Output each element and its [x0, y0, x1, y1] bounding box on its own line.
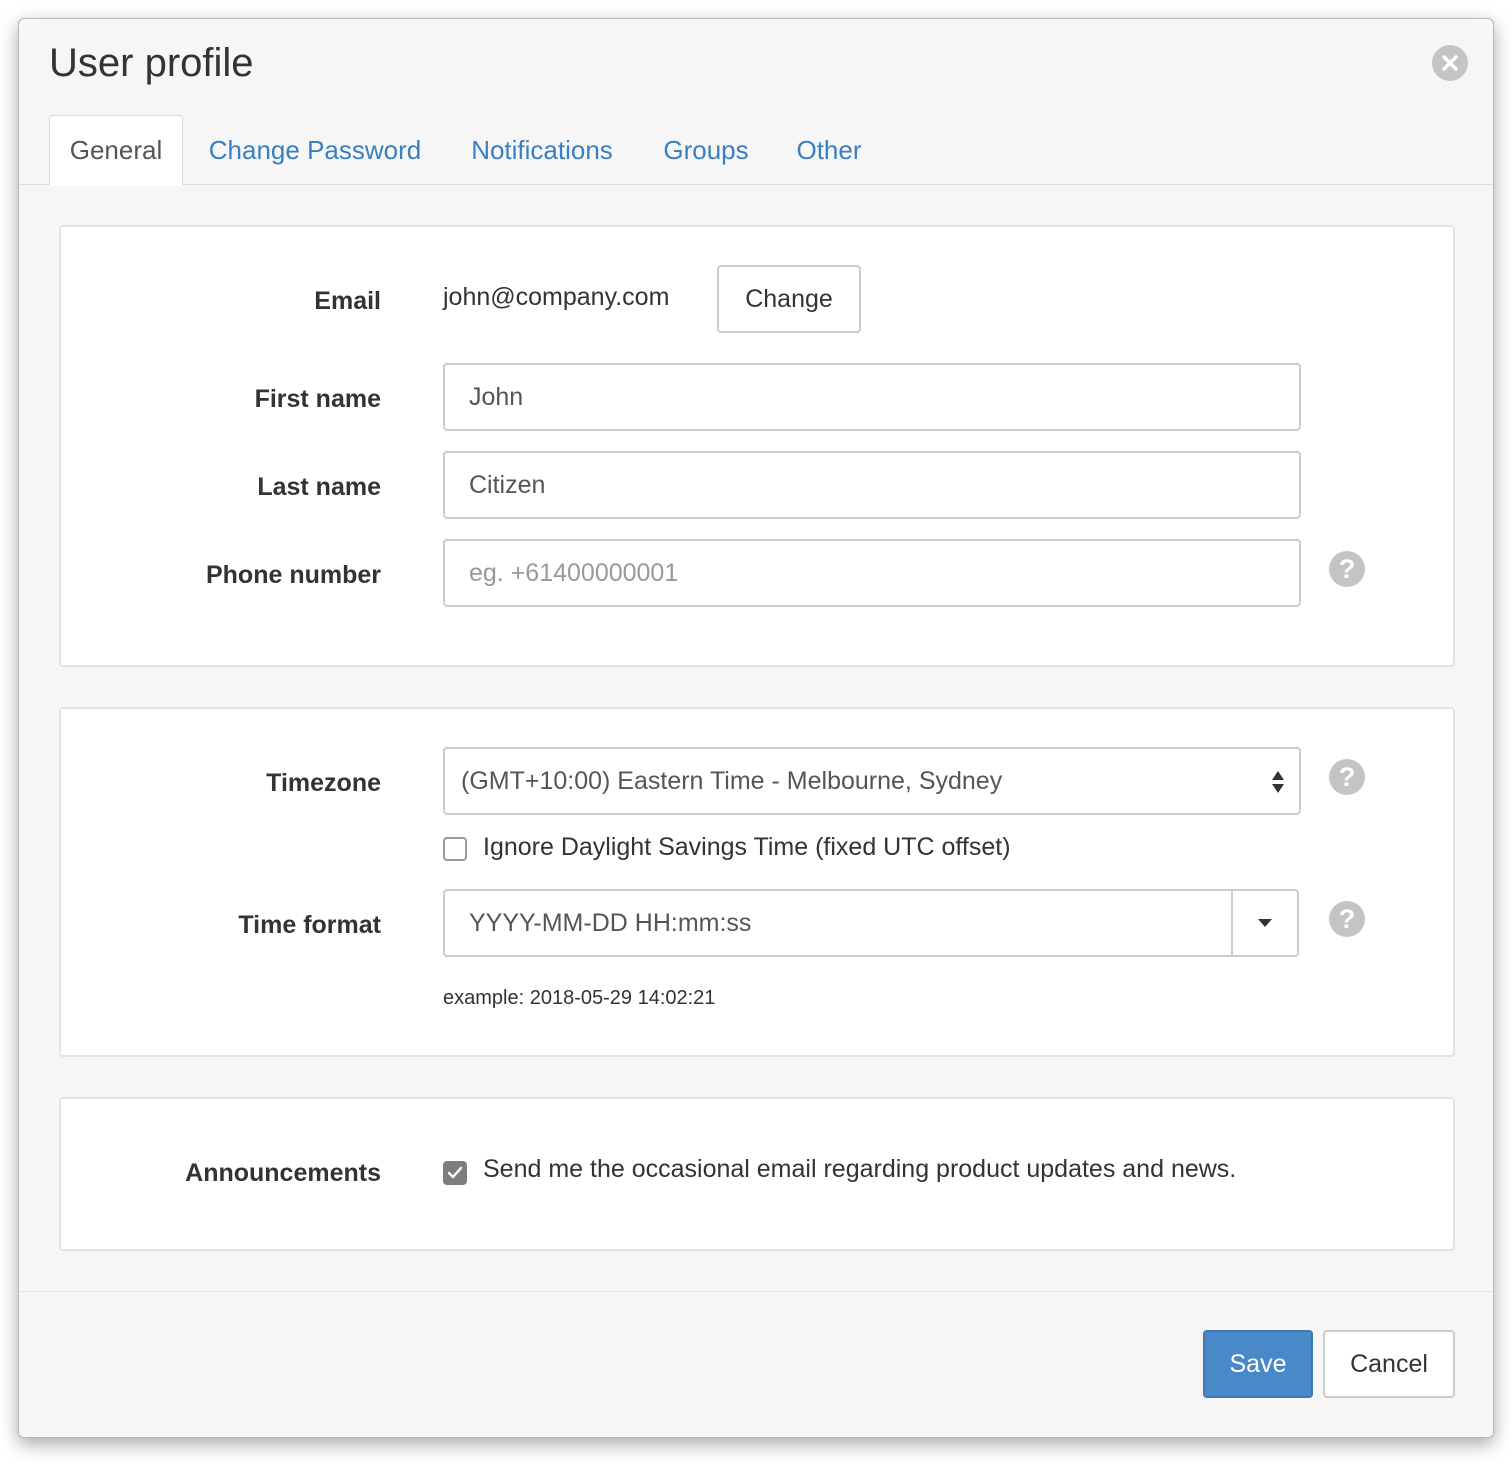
ignore-dst-label: Ignore Daylight Savings Time (fixed UTC …	[483, 833, 1011, 861]
first-name-label: First name	[254, 385, 381, 413]
caret-down-icon	[1258, 919, 1272, 927]
close-icon	[1442, 55, 1458, 71]
tab-notifications[interactable]: Notifications	[463, 115, 621, 185]
tab-bar: General Change Password Notifications Gr…	[19, 115, 1493, 186]
account-details-panel: Email john@company.com Change First name…	[59, 225, 1455, 667]
cancel-button[interactable]: Cancel	[1323, 1330, 1455, 1398]
announcements-checkbox-label: Send me the occasional email regarding p…	[483, 1155, 1237, 1183]
first-name-input[interactable]	[443, 363, 1301, 431]
time-format-example: example: 2018-05-29 14:02:21	[443, 987, 716, 1009]
change-email-button[interactable]: Change	[717, 265, 861, 333]
announcements-label: Announcements	[185, 1159, 381, 1187]
announcements-checkbox[interactable]	[443, 1161, 467, 1185]
check-icon	[447, 1166, 463, 1179]
announcements-panel: Announcements Send me the occasional ema…	[59, 1097, 1455, 1251]
time-format-combobox: YYYY-MM-DD HH:mm:ss	[443, 889, 1299, 957]
email-value: john@company.com	[443, 283, 670, 311]
email-label: Email	[314, 287, 381, 315]
tab-other[interactable]: Other	[787, 115, 871, 185]
tab-general[interactable]: General	[49, 115, 183, 186]
time-format-label: Time format	[238, 911, 381, 939]
phone-help-icon[interactable]: ?	[1329, 551, 1365, 587]
timezone-help-icon[interactable]: ?	[1329, 759, 1365, 795]
time-format-help-icon[interactable]: ?	[1329, 901, 1365, 937]
tab-change-password[interactable]: Change Password	[201, 115, 429, 185]
timezone-selected-value: (GMT+10:00) Eastern Time - Melbourne, Sy…	[461, 766, 1003, 795]
phone-number-label: Phone number	[205, 561, 381, 589]
tab-groups[interactable]: Groups	[655, 115, 757, 185]
phone-number-input[interactable]	[443, 539, 1301, 607]
timezone-select[interactable]: (GMT+10:00) Eastern Time - Melbourne, Sy…	[443, 747, 1301, 815]
time-settings-panel: Timezone (GMT+10:00) Eastern Time - Melb…	[59, 707, 1455, 1057]
save-button[interactable]: Save	[1203, 1330, 1313, 1398]
time-format-value[interactable]: YYYY-MM-DD HH:mm:ss	[445, 909, 1231, 938]
dialog-footer: Save Cancel	[19, 1291, 1493, 1437]
user-profile-dialog: User profile General Change Password Not…	[18, 18, 1494, 1438]
dialog-title: User profile	[49, 41, 254, 85]
timezone-label: Timezone	[266, 769, 381, 797]
close-button[interactable]	[1432, 45, 1468, 81]
sort-arrows-icon	[1272, 771, 1284, 793]
ignore-dst-checkbox[interactable]	[443, 837, 467, 861]
last-name-label: Last name	[257, 473, 381, 501]
last-name-input[interactable]	[443, 451, 1301, 519]
time-format-dropdown-button[interactable]	[1231, 891, 1297, 955]
